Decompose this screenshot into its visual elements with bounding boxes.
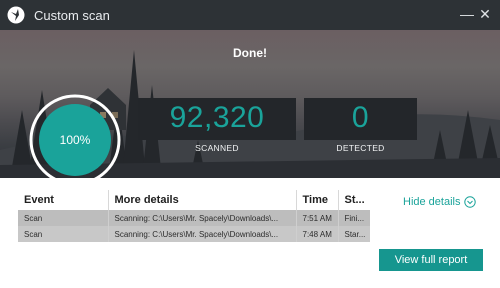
scanned-count: 92,320 — [169, 101, 265, 134]
window-title: Custom scan — [34, 8, 110, 23]
events-table: Event More details Time St... Scan Scann… — [18, 190, 370, 242]
scanned-label: SCANNED — [195, 143, 239, 153]
app-logo-icon — [7, 6, 25, 24]
column-header-time[interactable]: Time — [295, 190, 338, 210]
scan-status-heading: Done! — [233, 46, 267, 60]
scan-summary-panel: Done! 100% 92,320 SCANNED 0 DETECTED — [0, 30, 500, 178]
row-time: 7:51 AM — [295, 210, 338, 226]
row-details: Scanning: C:\Users\Mr. Spacely\Downloads… — [107, 226, 296, 242]
detected-count: 0 — [351, 101, 370, 134]
chevron-down-circle-icon — [464, 196, 477, 208]
row-time: 7:48 AM — [295, 226, 338, 242]
column-header-event[interactable]: Event — [18, 190, 108, 210]
table-row[interactable]: Scan Scanning: C:\Users\Mr. Spacely\Down… — [18, 210, 370, 226]
table-row[interactable]: Scan Scanning: C:\Users\Mr. Spacely\Down… — [18, 226, 370, 242]
row-details: Scanning: C:\Users\Mr. Spacely\Downloads… — [107, 210, 296, 226]
row-event: Scan — [18, 210, 108, 226]
hide-details-label: Hide details — [403, 196, 461, 208]
hide-details-link[interactable]: Hide details — [403, 196, 477, 208]
progress-percent: 100% — [59, 133, 91, 147]
row-status: Fini... — [337, 210, 370, 226]
view-full-report-button[interactable]: View full report — [379, 249, 483, 271]
row-event: Scan — [18, 226, 108, 242]
title-bar: Custom scan — ✕ — [0, 0, 500, 30]
detected-label: DETECTED — [336, 143, 385, 153]
custom-scan-window: Custom scan — ✕ Done! 100% 92,320 SCANNE… — [0, 0, 500, 288]
close-button[interactable]: ✕ — [477, 6, 493, 22]
row-status: Star... — [337, 226, 370, 242]
details-panel: Event More details Time St... Scan Scann… — [0, 178, 500, 288]
minimize-button[interactable]: — — [459, 6, 475, 22]
column-header-status[interactable]: St... — [337, 190, 370, 210]
detected-count-box: 0 — [304, 98, 417, 140]
column-header-details[interactable]: More details — [107, 190, 296, 210]
scanned-count-box: 92,320 — [138, 98, 296, 140]
table-header-row: Event More details Time St... — [18, 190, 370, 210]
